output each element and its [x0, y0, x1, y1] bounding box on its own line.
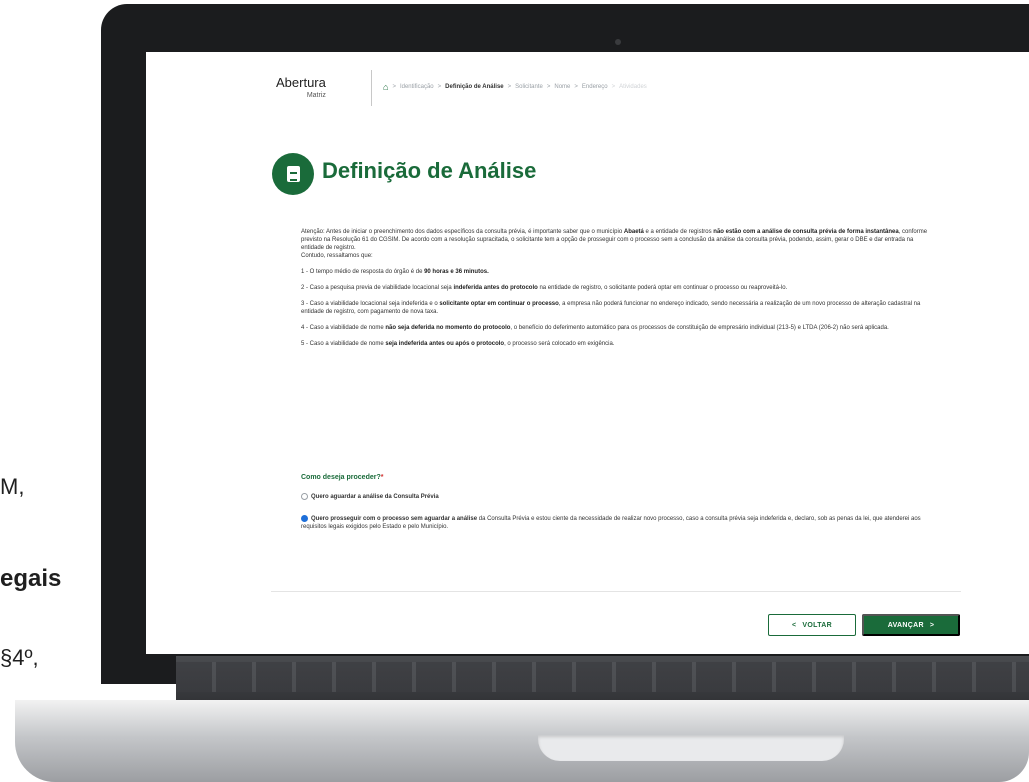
background-text-fragment: M, — [0, 474, 25, 499]
breadcrumb-separator: > — [507, 84, 512, 90]
breadcrumb-separator: > — [437, 84, 442, 90]
webcam — [615, 39, 621, 45]
page-title: Definição de Análise — [322, 158, 537, 183]
next-button[interactable]: AVANÇAR > — [862, 614, 960, 636]
notice-item-5: 5 - Caso a viabilidade de nome seja inde… — [301, 341, 615, 347]
required-mark: * — [380, 474, 384, 481]
notice-item-3: 3 - Caso a viabilidade locacional seja i… — [301, 301, 921, 315]
laptop-base-notch — [538, 735, 844, 761]
brand-subtitle: Matriz — [306, 92, 326, 99]
background-text-fragment: §4º, — [0, 645, 39, 670]
breadcrumb: ⌂ > Identificação > Definição de Análise… — [383, 82, 647, 92]
breadcrumb-item-endereco[interactable]: Endereço — [582, 84, 608, 90]
app-brand[interactable]: Abertura Matriz — [276, 75, 326, 100]
option-wait-analysis-label: Quero aguardar a análise da Consulta Pré… — [311, 494, 439, 501]
option-wait-analysis[interactable]: Quero aguardar a análise da Consulta Pré… — [301, 493, 931, 501]
notice-lead: Contudo, ressaltamos que: — [301, 253, 373, 259]
breadcrumb-item-definicao-de-analise: Definição de Análise — [445, 84, 504, 90]
proceed-question: Como deseja proceder?* — [301, 474, 383, 481]
radio-wait-analysis[interactable] — [301, 493, 308, 500]
chevron-left-icon: < — [792, 621, 797, 629]
breadcrumb-separator: > — [546, 84, 551, 90]
back-button-label: VOLTAR — [802, 621, 832, 629]
notice-text: Atenção: Antes de iniciar o preenchiment… — [301, 228, 933, 348]
next-button-label: AVANÇAR — [887, 621, 924, 629]
breadcrumb-separator: > — [574, 84, 578, 90]
brand-title: Abertura — [276, 75, 326, 90]
breadcrumb-item-identificacao[interactable]: Identificação — [400, 84, 434, 90]
back-button[interactable]: < VOLTAR — [768, 614, 856, 636]
document-icon — [272, 153, 314, 195]
laptop-base — [15, 700, 1029, 782]
notice-item-2: 2 - Caso a pesquisa previa de viabilidad… — [301, 285, 788, 291]
option-proceed-label-bold: Quero prosseguir com o processo sem agua… — [311, 516, 478, 523]
notice-paragraph: Atenção: Antes de iniciar o preenchiment… — [301, 229, 928, 251]
chevron-right-icon: > — [929, 621, 935, 629]
background-text-fragment-bold: egais — [0, 565, 62, 592]
question-label: Como deseja proceder? — [301, 474, 381, 481]
breadcrumb-item-atividades[interactable]: Atividades — [619, 84, 647, 90]
home-icon[interactable]: ⌂ — [383, 82, 388, 92]
breadcrumb-separator: > — [392, 84, 396, 90]
header-divider — [371, 70, 372, 106]
notice-item-4: 4 - Caso a viabilidade de nome não seja … — [301, 325, 889, 331]
notice-item-1: 1 - O tempo médio de resposta do órgão é… — [301, 269, 489, 275]
breadcrumb-item-solicitante[interactable]: Solicitante — [515, 84, 543, 90]
breadcrumb-item-nome[interactable]: Nome — [554, 84, 570, 90]
option-proceed-without-analysis[interactable]: Quero prosseguir com o processo sem agua… — [301, 515, 931, 531]
laptop-screen: Abertura Matriz ⌂ > Identificação > Defi… — [146, 52, 1029, 654]
breadcrumb-separator: > — [611, 84, 616, 90]
footer-divider — [271, 591, 961, 592]
radio-proceed-without-analysis[interactable] — [301, 515, 308, 522]
